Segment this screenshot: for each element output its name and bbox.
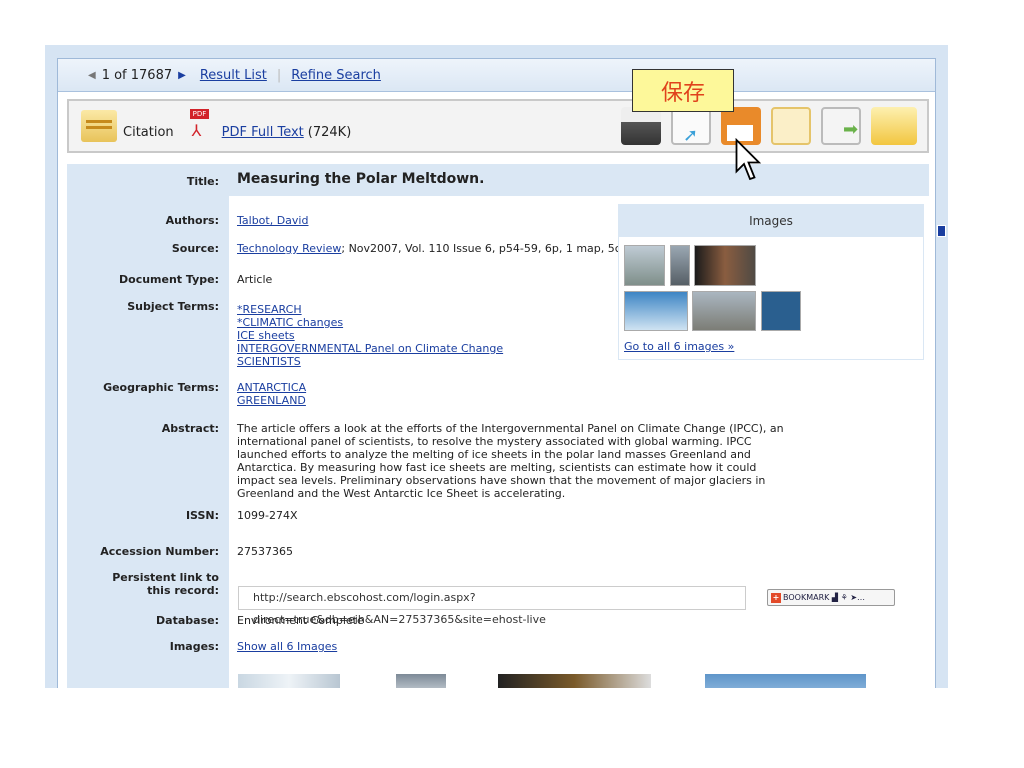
accession-label: Accession Number: — [100, 545, 219, 558]
image-thumbnail[interactable] — [238, 674, 340, 688]
images-panel: Images Go to all 6 images » — [618, 204, 924, 360]
image-thumbnail[interactable] — [694, 245, 756, 286]
pdf-icon[interactable]: PDF ⅄ — [186, 109, 216, 143]
issn: 1099-274X — [237, 509, 298, 522]
database: Environment Complete — [237, 614, 364, 627]
expand-panel-tab[interactable] — [937, 225, 946, 237]
subject-term-link[interactable]: *RESEARCH — [237, 303, 503, 316]
next-arrow-icon[interactable]: ▶ — [178, 70, 186, 81]
source-label: Source: — [171, 242, 219, 255]
persistent-link-label-line2: this record: — [147, 584, 219, 597]
image-thumbnail[interactable] — [761, 291, 801, 331]
divider: | — [276, 67, 282, 83]
subject-terms-label: Subject Terms: — [127, 300, 219, 313]
bookmark-label: BOOKMARK — [783, 593, 830, 602]
images-panel-heading: Images — [619, 205, 923, 237]
show-all-images-link[interactable]: Show all 6 Images — [237, 640, 337, 653]
accession-number: 27537365 — [237, 545, 293, 558]
subject-term-link[interactable]: INTERGOVERNMENTAL Panel on Climate Chang… — [237, 342, 503, 355]
document-type-label: Document Type: — [119, 273, 219, 286]
persistent-link-label-line1: Persistent link to — [112, 571, 219, 584]
subject-term-link[interactable]: SCIENTISTS — [237, 355, 503, 368]
image-thumbnail[interactable] — [396, 674, 446, 688]
bookmark-button[interactable]: + BOOKMARK ▟ ⚘ ➤… — [767, 589, 895, 606]
export-icon[interactable]: ➡ — [821, 107, 861, 145]
record-content: ◀ 1 of 17687 ▶ Result List | Refine Sear… — [57, 58, 936, 688]
go-to-all-images-link[interactable]: Go to all 6 images » — [624, 340, 734, 353]
cite-icon[interactable] — [771, 107, 811, 145]
save-tooltip: 保存 — [632, 69, 734, 112]
title-label: Title: — [186, 175, 219, 188]
image-thumbnail[interactable] — [624, 245, 665, 286]
folder-icon[interactable] — [871, 107, 917, 145]
record-details: Title: Measuring the Polar Meltdown. Aut… — [67, 164, 929, 688]
image-thumbnail[interactable] — [624, 291, 688, 331]
citation-folder-icon[interactable] — [81, 110, 117, 142]
geo-term-link[interactable]: GREENLAND — [237, 394, 306, 407]
image-thumbnail[interactable] — [670, 245, 690, 286]
pdf-full-text-link[interactable]: PDF Full Text — [222, 125, 304, 140]
persistent-link-label: Persistent link to this record: — [67, 571, 219, 597]
refine-search-link[interactable]: Refine Search — [291, 68, 381, 83]
geo-term-link[interactable]: ANTARCTICA — [237, 381, 306, 394]
print-icon[interactable] — [621, 107, 661, 145]
record-panel: ◀ 1 of 17687 ▶ Result List | Refine Sear… — [45, 45, 948, 688]
images-label: Images: — [169, 640, 219, 653]
document-type: Article — [237, 273, 273, 286]
result-list-link[interactable]: Result List — [200, 68, 267, 83]
author-link[interactable]: Talbot, David — [237, 214, 308, 227]
geographic-terms-label: Geographic Terms: — [103, 381, 219, 394]
citation-label[interactable]: Citation — [123, 125, 174, 140]
plus-icon: + — [771, 593, 781, 603]
persistent-link-field[interactable]: http://search.ebscohost.com/login.aspx?d… — [238, 586, 746, 626]
email-icon[interactable]: ➚ — [671, 107, 711, 146]
source-link[interactable]: Technology Review — [237, 242, 341, 255]
source-details: ; Nov2007, Vol. 110 Issue 6, p54-59, 6p,… — [341, 242, 621, 255]
image-thumbnail[interactable] — [705, 674, 866, 688]
subject-term-link[interactable]: ICE sheets — [237, 329, 503, 342]
database-label: Database: — [156, 614, 219, 627]
abstract-label: Abstract: — [161, 422, 219, 435]
authors-label: Authors: — [165, 214, 219, 227]
image-thumbnail[interactable] — [498, 674, 651, 688]
abstract-text: The article offers a look at the efforts… — [237, 422, 784, 500]
previous-arrow-icon[interactable]: ◀ — [88, 70, 96, 81]
pdf-size: (724K) — [307, 124, 352, 140]
issn-label: ISSN: — [185, 509, 219, 522]
subject-term-link[interactable]: *CLIMATIC changes — [237, 316, 503, 329]
toolbar: Citation PDF ⅄ PDF Full Text (724K) ➚ ➡ — [67, 99, 929, 153]
result-navigation: ◀ 1 of 17687 ▶ Result List | Refine Sear… — [58, 59, 935, 92]
image-thumbnail[interactable] — [692, 291, 756, 331]
result-position: 1 of 17687 — [101, 67, 173, 83]
record-title: Measuring the Polar Meltdown. — [237, 171, 485, 187]
pdf-badge: PDF — [189, 109, 210, 119]
mouse-cursor-icon — [735, 138, 762, 181]
